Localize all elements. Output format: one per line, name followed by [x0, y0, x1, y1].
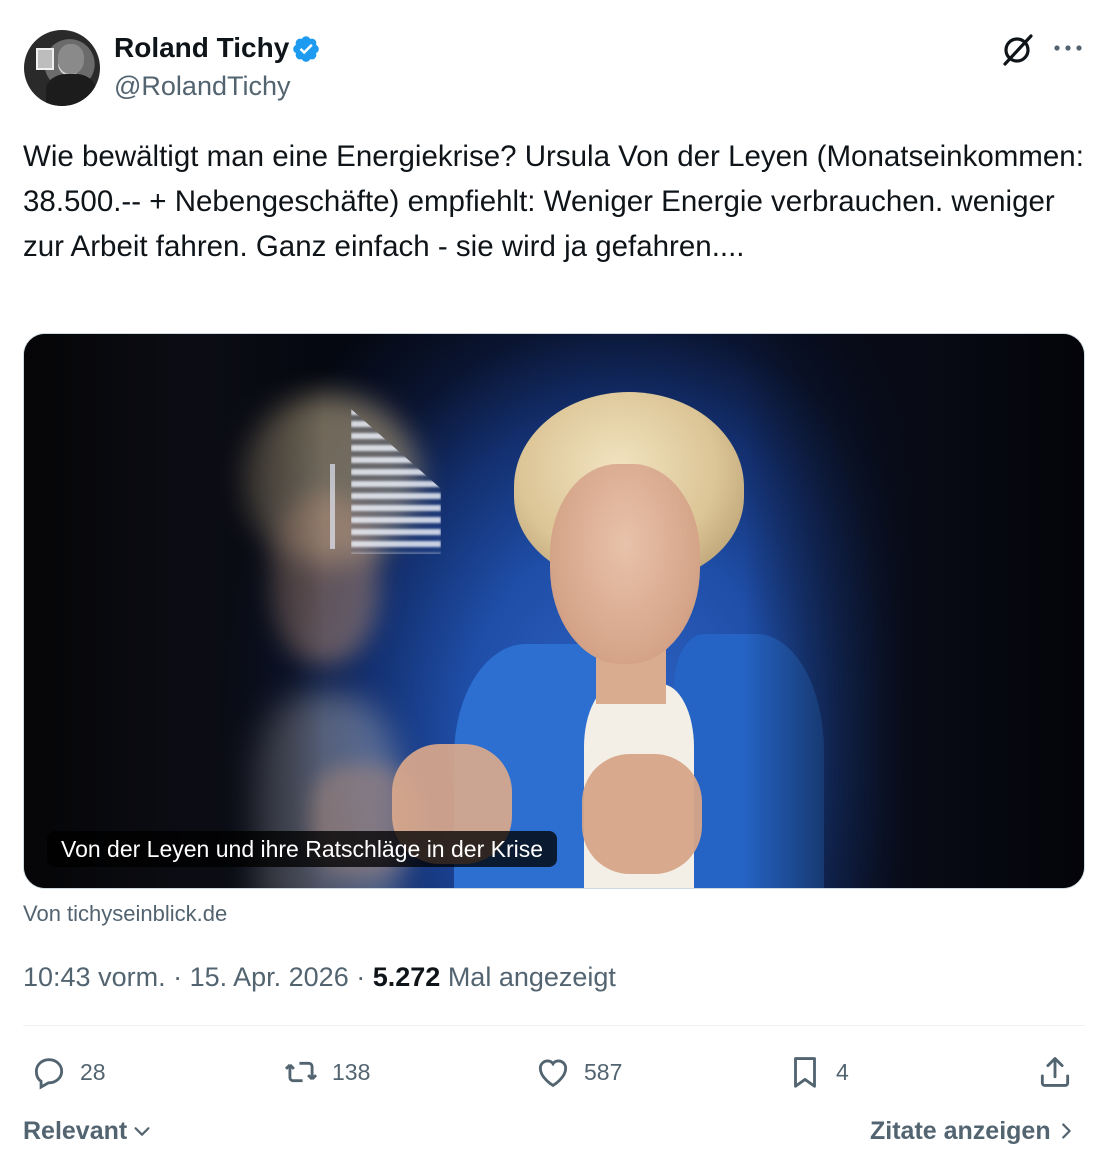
bookmark-icon: [794, 1057, 816, 1088]
tweet-time[interactable]: 10:43 vorm.: [23, 962, 166, 992]
grok-icon[interactable]: [998, 30, 1036, 68]
chevron-down-icon: [134, 1127, 150, 1136]
more-icon[interactable]: [1050, 38, 1086, 58]
views-count: 5.272: [372, 962, 441, 992]
author-name[interactable]: Roland Tichy: [114, 31, 289, 65]
tweet-date[interactable]: 15. Apr. 2026: [190, 962, 349, 992]
verified-badge-icon: [293, 36, 319, 62]
retweet-count: 138: [332, 1058, 371, 1085]
quotes-label: Zitate anzeigen: [870, 1117, 1051, 1145]
like-button[interactable]: 587: [534, 1050, 622, 1094]
retweet-icon: [284, 1061, 318, 1083]
media-caption: Von der Leyen und ihre Ratschläge in der…: [47, 831, 558, 867]
tweet-meta: 10:43 vorm. · 15. Apr. 2026 · 5.272 Mal …: [23, 961, 616, 993]
link-card-image[interactable]: Von der Leyen und ihre Ratschläge in der…: [23, 333, 1085, 889]
view-quotes-link[interactable]: Zitate anzeigen: [870, 1115, 1077, 1147]
like-count: 587: [584, 1058, 623, 1085]
reply-icon: [34, 1058, 64, 1090]
views-label: Mal angezeigt: [447, 962, 616, 992]
author-handle[interactable]: @RolandTichy: [114, 70, 290, 102]
share-button[interactable]: [1036, 1050, 1074, 1094]
chevron-right-icon: [1061, 1123, 1071, 1139]
heart-icon: [538, 1059, 568, 1088]
link-source[interactable]: Von tichyseinblick.de: [23, 900, 227, 928]
meta-separator: ·: [165, 962, 190, 992]
sort-label: Relevant: [23, 1117, 128, 1145]
meta-separator: ·: [348, 962, 373, 992]
bookmark-count: 4: [836, 1058, 849, 1085]
retweet-button[interactable]: 138: [282, 1050, 370, 1094]
avatar[interactable]: [24, 30, 100, 106]
tweet-text: Wie bewältigt man eine Energiekrise? Urs…: [23, 140, 1093, 263]
reply-count: 28: [80, 1058, 106, 1085]
bookmark-button[interactable]: 4: [786, 1050, 849, 1094]
sort-dropdown[interactable]: Relevant: [23, 1115, 153, 1147]
reply-button[interactable]: 28: [30, 1050, 106, 1094]
share-icon: [1040, 1057, 1070, 1087]
divider: [23, 1025, 1085, 1026]
